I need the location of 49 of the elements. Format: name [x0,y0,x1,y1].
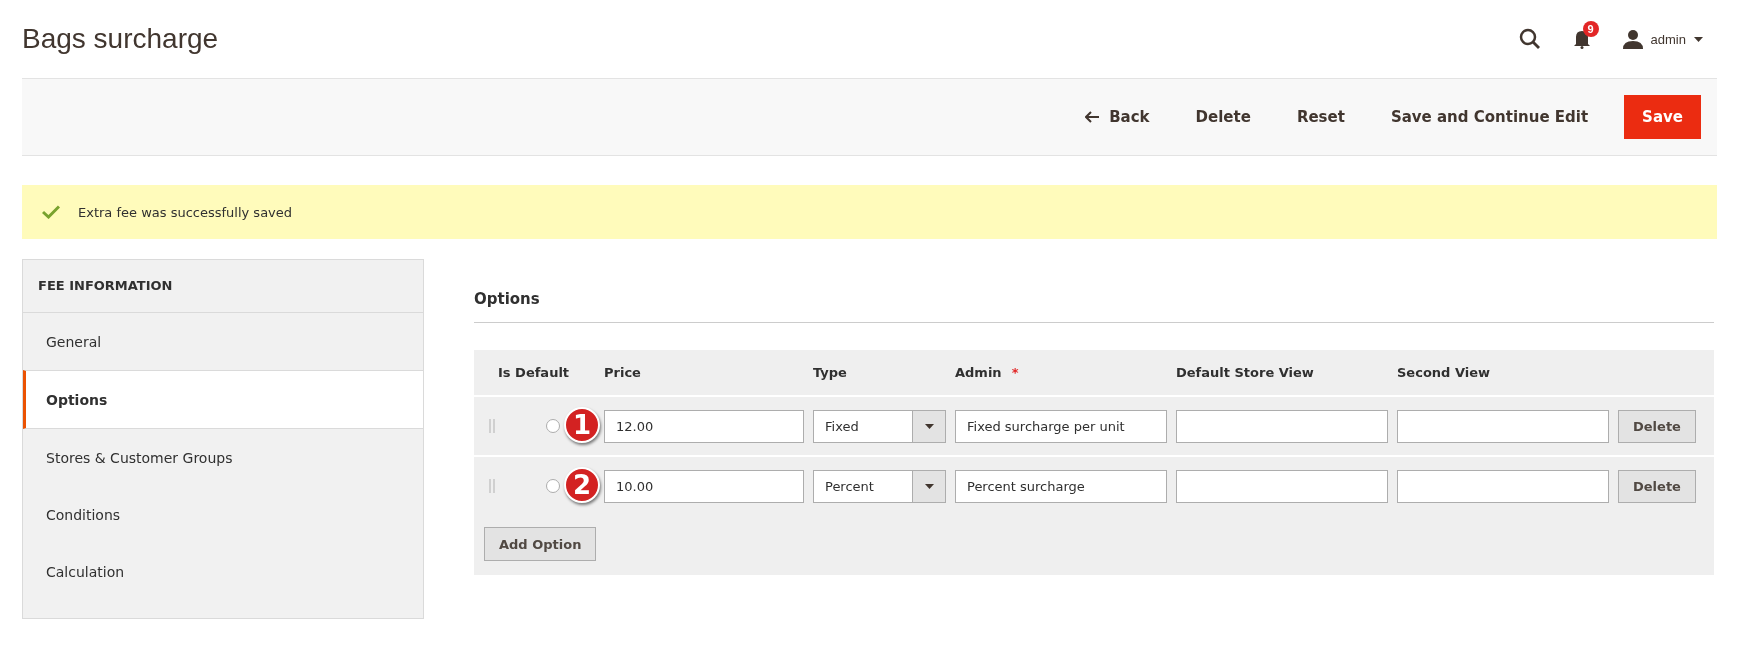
sidebar-item[interactable]: Calculation [23,543,423,600]
action-button[interactable]: Delete [1175,96,1271,138]
admin-label-field[interactable]: Fixed surcharge per unit [955,409,1167,443]
callout-badge: 2 [564,467,600,503]
column-header: Type [813,365,848,380]
store-view-field[interactable] [1397,469,1609,503]
column-header: Default Store View [1176,365,1315,380]
notification-count: 9 [1582,21,1599,37]
drag-handle-icon[interactable] [488,479,496,493]
user-icon [1622,29,1643,49]
sidebar-item[interactable]: Stores & Customer Groups [23,429,423,486]
required-asterisk: * [1011,365,1019,380]
arrow-left-icon [1085,111,1100,123]
back-button[interactable]: Back [1065,96,1170,138]
store-view-field[interactable] [1176,409,1388,443]
search-icon[interactable] [1518,28,1541,50]
user-menu[interactable]: admin [1622,29,1703,49]
delete-button[interactable]: Delete [1618,469,1696,503]
store-view-field[interactable] [1397,409,1609,443]
sidebar-item[interactable]: Conditions [23,486,423,543]
sidebar-item[interactable]: Options [23,370,423,429]
section-title: Options [474,259,1714,323]
caret-icon [924,483,934,489]
caret-icon [1694,36,1703,42]
action-button[interactable]: Save and Continue Edit [1370,96,1609,138]
page-title: Bags surcharge [22,23,219,55]
type-select[interactable]: Percent [813,469,946,503]
caret-icon [924,423,934,429]
column-header: Is Default [498,365,571,380]
price-field[interactable]: 10.00 [604,469,804,503]
default-radio[interactable] [546,479,560,493]
column-header: Admin * [955,365,1020,380]
action-button[interactable]: Reset [1276,96,1365,138]
add-option-button[interactable]: Add Option [484,527,597,561]
delete-button[interactable]: Delete [1618,409,1696,443]
price-field[interactable]: 12.00 [604,409,804,443]
default-radio[interactable] [546,419,560,433]
callout-badge: 1 [564,407,600,443]
message-text: Extra fee was successfully saved [78,204,293,220]
column-header: Price [604,365,642,380]
store-view-field[interactable] [1176,469,1388,503]
admin-label-field[interactable]: Percent surcharge [955,469,1167,503]
type-select[interactable]: Fixed [813,409,946,443]
sidebar-item[interactable]: General [23,313,423,370]
checkmark-icon [42,205,60,219]
drag-handle-icon[interactable] [488,419,496,433]
sidebar-title: FEE INFORMATION [23,260,423,313]
save-button[interactable]: Save [1624,95,1701,139]
column-header: Second View [1397,365,1492,380]
